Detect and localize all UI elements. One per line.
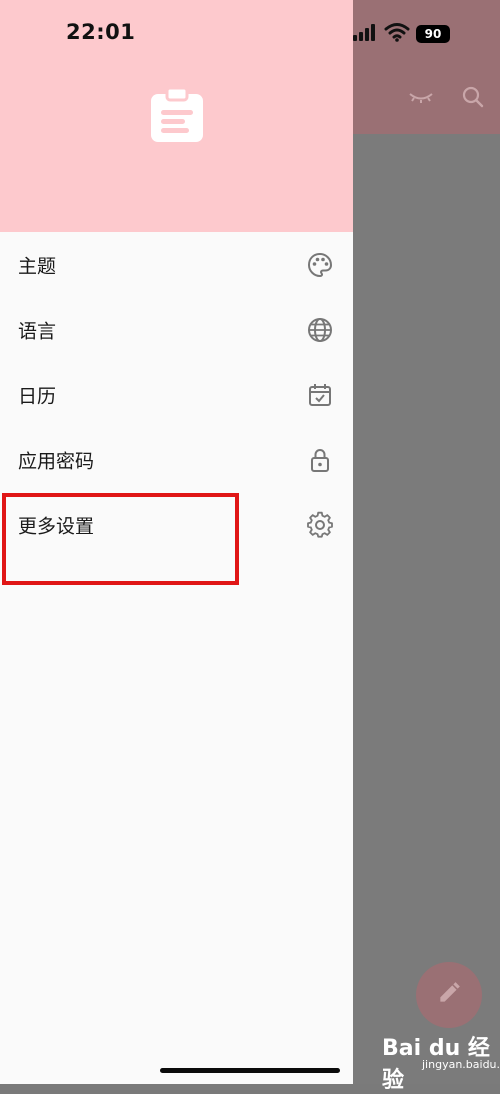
menu-item-calendar[interactable]: 日历	[0, 362, 353, 427]
wifi-icon	[384, 22, 410, 46]
gear-icon	[306, 511, 334, 539]
menu-item-theme[interactable]: 主题	[0, 232, 353, 297]
menu-item-label: 主题	[18, 255, 57, 277]
calendar-check-icon	[306, 381, 334, 409]
cellular-signal-icon	[352, 23, 378, 45]
eye-closed-icon[interactable]	[408, 89, 434, 109]
new-note-fab[interactable]	[416, 962, 482, 1028]
home-indicator[interactable]	[160, 1068, 340, 1073]
menu-item-app-password[interactable]: 应用密码	[0, 427, 353, 492]
status-bar: 22:01 90	[0, 0, 500, 66]
menu-item-label: 日历	[18, 385, 57, 407]
search-icon[interactable]	[462, 86, 484, 112]
menu-item-label: 语言	[18, 320, 57, 342]
highlight-annotation-box	[2, 493, 239, 585]
menu-item-label: 应用密码	[18, 450, 95, 472]
status-time: 22:01	[66, 20, 136, 44]
palette-icon	[306, 251, 334, 279]
battery-indicator: 90	[416, 25, 454, 43]
baidu-jingyan-watermark: Bai du 经验 jingyan.baidu.com	[382, 1030, 500, 1093]
clipboard-icon	[149, 86, 205, 144]
pencil-icon	[436, 980, 462, 1010]
menu-item-language[interactable]: 语言	[0, 297, 353, 362]
watermark-url: jingyan.baidu.com	[422, 1058, 500, 1071]
background-toolbar-icons	[408, 86, 484, 112]
globe-icon	[306, 316, 334, 344]
lock-icon	[306, 446, 334, 474]
status-indicators: 90	[352, 22, 454, 46]
